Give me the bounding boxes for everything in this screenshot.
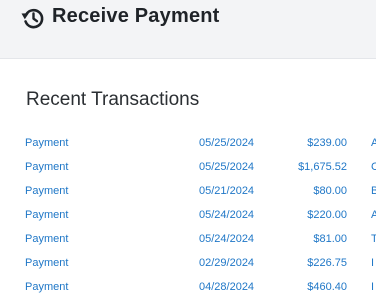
transaction-extra[interactable]: C (371, 161, 376, 173)
transaction-row[interactable]: Payment 05/24/2024 $220.00 A (0, 206, 376, 226)
transaction-date[interactable]: 05/25/2024 (199, 137, 254, 149)
transaction-row[interactable]: Payment 05/25/2024 $239.00 A (0, 134, 376, 154)
transaction-type[interactable]: Payment (25, 257, 68, 269)
transaction-type[interactable]: Payment (25, 209, 68, 221)
transaction-type[interactable]: Payment (25, 185, 68, 197)
transaction-amount[interactable]: $226.75 (307, 257, 347, 269)
transaction-amount[interactable]: $220.00 (307, 209, 347, 221)
transaction-extra[interactable]: I (371, 257, 374, 269)
transaction-extra[interactable]: A (371, 209, 376, 221)
transaction-row[interactable]: Payment 02/29/2024 $226.75 I (0, 254, 376, 274)
transaction-type[interactable]: Payment (25, 233, 68, 245)
section-title: Recent Transactions (26, 89, 200, 110)
recent-transactions-panel: Recent Transactions Payment 05/25/2024 $… (0, 58, 376, 306)
transaction-date[interactable]: 04/28/2024 (199, 281, 254, 293)
transaction-date[interactable]: 02/29/2024 (199, 257, 254, 269)
transaction-amount[interactable]: $81.00 (313, 233, 347, 245)
transaction-amount[interactable]: $460.40 (307, 281, 347, 293)
transaction-row[interactable]: Payment 05/21/2024 $80.00 B (0, 182, 376, 202)
transaction-row[interactable]: Payment 05/24/2024 $81.00 T (0, 230, 376, 250)
transaction-extra[interactable]: T (371, 233, 376, 245)
history-icon[interactable] (20, 5, 46, 31)
transaction-date[interactable]: 05/24/2024 (199, 209, 254, 221)
transaction-date[interactable]: 05/21/2024 (199, 185, 254, 197)
divider (0, 58, 376, 59)
transaction-date[interactable]: 05/24/2024 (199, 233, 254, 245)
transaction-amount[interactable]: $239.00 (307, 137, 347, 149)
transaction-date[interactable]: 05/25/2024 (199, 161, 254, 173)
transaction-row[interactable]: Payment 05/25/2024 $1,675.52 C (0, 158, 376, 178)
transaction-extra[interactable]: I (371, 281, 374, 293)
transaction-type[interactable]: Payment (25, 137, 68, 149)
transaction-amount[interactable]: $80.00 (313, 185, 347, 197)
transaction-extra[interactable]: A (371, 137, 376, 149)
transaction-row[interactable]: Payment 04/28/2024 $460.40 I (0, 278, 376, 298)
transaction-extra[interactable]: B (371, 185, 376, 197)
page-header: Receive Payment (0, 0, 376, 58)
page-title: Receive Payment (52, 5, 220, 27)
transaction-type[interactable]: Payment (25, 281, 68, 293)
transaction-amount[interactable]: $1,675.52 (298, 161, 347, 173)
transaction-type[interactable]: Payment (25, 161, 68, 173)
